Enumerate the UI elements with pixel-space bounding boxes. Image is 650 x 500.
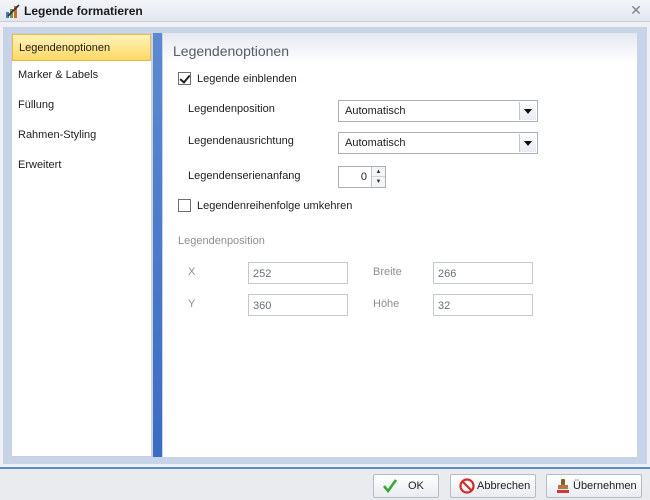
- sidebar-item-label: Erweitert: [18, 159, 62, 171]
- height-field: 32: [433, 294, 533, 316]
- cancel-label: Abbrechen: [477, 480, 531, 492]
- ok-label: OK: [408, 480, 424, 492]
- height-value: 32: [438, 300, 451, 312]
- y-field: 360: [248, 294, 348, 316]
- sidebar-item-rahmen-styling[interactable]: Rahmen-Styling: [12, 122, 151, 149]
- series-start-value: 0: [360, 171, 367, 183]
- apply-label: Übernehmen: [573, 480, 637, 492]
- close-icon[interactable]: ✕: [628, 2, 644, 18]
- legend-alignment-label: Legendenausrichtung: [188, 135, 294, 147]
- reverse-order-label: Legendenreihenfolge umkehren: [197, 200, 353, 212]
- y-value: 360: [253, 300, 272, 312]
- sidebar-item-label: Füllung: [18, 99, 55, 111]
- series-start-label: Legendenserienanfang: [188, 170, 301, 182]
- chevron-down-icon[interactable]: [519, 134, 536, 152]
- chart-edit-icon: [6, 4, 20, 18]
- title-bar: Legende formatieren ✕: [0, 0, 650, 22]
- show-legend-label: Legende einblenden: [197, 73, 297, 85]
- stepper-up-icon[interactable]: ▲: [371, 167, 385, 177]
- width-value: 266: [438, 268, 457, 280]
- sidebar-nav: Legendenoptionen Marker & Labels Füllung…: [11, 33, 152, 457]
- apply-button[interactable]: Übernehmen: [546, 474, 642, 498]
- sidebar-item-marker-labels[interactable]: Marker & Labels: [12, 62, 151, 89]
- dialog-footer: OK Abbrechen Übernehmen: [0, 467, 650, 500]
- window-title: Legende formatieren: [24, 4, 143, 18]
- checkmark-icon: [382, 479, 398, 494]
- panel-header: Legendenoptionen: [163, 33, 637, 63]
- splitter-bar: [153, 33, 162, 457]
- legend-alignment-select[interactable]: Automatisch: [338, 132, 538, 154]
- cancel-icon: [459, 478, 475, 494]
- sidebar-item-fuellung[interactable]: Füllung: [12, 92, 151, 119]
- width-label: Breite: [373, 266, 402, 278]
- legend-position-select[interactable]: Automatisch: [338, 100, 538, 122]
- stamp-icon: [557, 479, 569, 493]
- sidebar-item-label: Rahmen-Styling: [18, 129, 97, 141]
- height-label: Höhe: [373, 298, 400, 310]
- show-legend-checkbox[interactable]: [178, 72, 191, 85]
- sidebar-item-legendenoptionen[interactable]: Legendenoptionen: [12, 34, 151, 61]
- ok-button[interactable]: OK: [373, 474, 439, 498]
- sidebar-item-label: Marker & Labels: [18, 69, 99, 81]
- position-section-label: Legendenposition: [178, 235, 265, 247]
- panel-title: Legendenoptionen: [173, 43, 290, 59]
- x-field: 252: [248, 262, 348, 284]
- reverse-order-checkbox[interactable]: [178, 199, 191, 212]
- stepper-down-icon[interactable]: ▼: [371, 177, 385, 187]
- legend-position-value: Automatisch: [345, 105, 406, 117]
- sidebar-item-label: Legendenoptionen: [19, 42, 111, 54]
- legend-position-label: Legendenposition: [188, 103, 275, 115]
- chevron-down-icon[interactable]: [519, 102, 536, 120]
- y-label: Y: [188, 298, 196, 310]
- cancel-button[interactable]: Abbrechen: [450, 474, 536, 498]
- options-panel: Legendenoptionen Legende einblenden Lege…: [163, 33, 637, 457]
- sidebar-item-erweitert[interactable]: Erweitert: [12, 152, 151, 179]
- width-field: 266: [433, 262, 533, 284]
- x-label: X: [188, 266, 196, 278]
- x-value: 252: [253, 268, 272, 280]
- legend-alignment-value: Automatisch: [345, 137, 406, 149]
- series-start-stepper[interactable]: 0 ▲ ▼: [338, 166, 386, 188]
